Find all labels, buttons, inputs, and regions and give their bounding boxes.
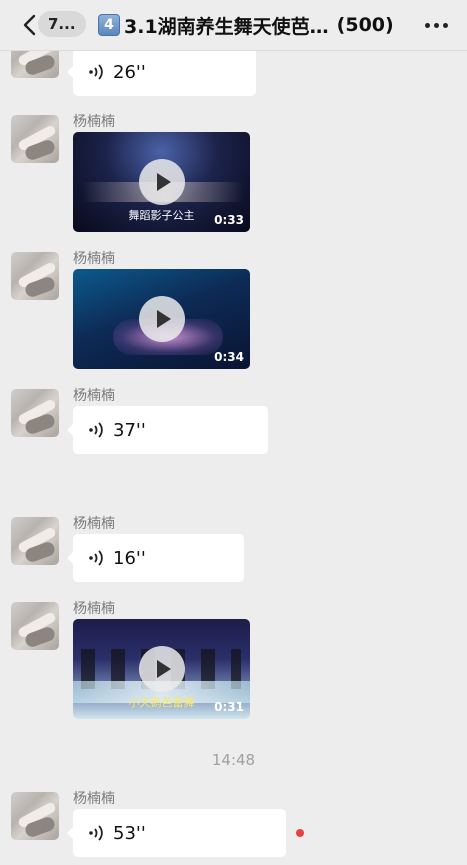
voice-duration: 53''	[113, 822, 146, 844]
sender-name: 杨楠楠	[73, 251, 115, 267]
voice-message-bubble[interactable]: 16''	[67, 534, 244, 582]
sender-name: 杨楠楠	[73, 791, 115, 807]
more-icon-dot	[442, 22, 448, 28]
sender-name: 杨楠楠	[73, 114, 115, 130]
sender-name: 杨楠楠	[73, 516, 115, 532]
avatar[interactable]	[11, 389, 59, 437]
play-icon	[138, 159, 185, 205]
video-duration: 0:31	[214, 700, 244, 714]
keycap-four-icon: 4	[98, 14, 120, 36]
voice-duration: 37''	[113, 419, 146, 441]
avatar[interactable]	[11, 252, 59, 300]
sender-name: 杨楠楠	[73, 388, 115, 404]
video-message[interactable]: 0:34	[73, 269, 250, 369]
voice-wave-icon	[89, 825, 103, 841]
avatar[interactable]	[11, 602, 59, 650]
voice-wave-icon	[89, 64, 103, 80]
chat-header: 7... 4 3.1湖南养生舞天使芭… (500)	[0, 0, 467, 51]
video-duration: 0:33	[214, 213, 244, 227]
video-duration: 0:34	[214, 350, 244, 364]
more-icon-dot	[433, 22, 439, 28]
voice-message-bubble[interactable]: 37''	[67, 406, 268, 454]
voice-message-bubble[interactable]: 53''	[67, 809, 286, 857]
avatar[interactable]	[11, 517, 59, 565]
unread-count-badge[interactable]: 7...	[38, 11, 86, 37]
chat-title: 4 3.1湖南养生舞天使芭… (500)	[98, 12, 398, 38]
sender-name: 杨楠楠	[73, 601, 115, 617]
play-icon	[138, 646, 185, 692]
chevron-left-icon	[23, 14, 36, 36]
voice-wave-icon	[89, 550, 103, 566]
avatar[interactable]	[11, 115, 59, 163]
voice-message-bubble[interactable]: 26''	[67, 48, 256, 96]
chat-title-text: 3.1湖南养生舞天使芭…	[124, 15, 329, 38]
play-icon	[138, 296, 185, 342]
time-separator: 14:48	[211, 751, 256, 769]
more-options-button[interactable]	[423, 13, 449, 37]
voice-wave-icon	[89, 422, 103, 438]
avatar[interactable]	[11, 792, 59, 840]
member-count: (500)	[336, 14, 394, 36]
voice-duration: 16''	[113, 547, 146, 569]
video-message[interactable]: 舞蹈影子公主 0:33	[73, 132, 250, 232]
unread-dot	[296, 829, 304, 837]
video-message[interactable]: 小天鹅芭蕾舞 0:31	[73, 619, 250, 719]
more-icon-dot	[424, 22, 430, 28]
voice-duration: 26''	[113, 61, 146, 83]
